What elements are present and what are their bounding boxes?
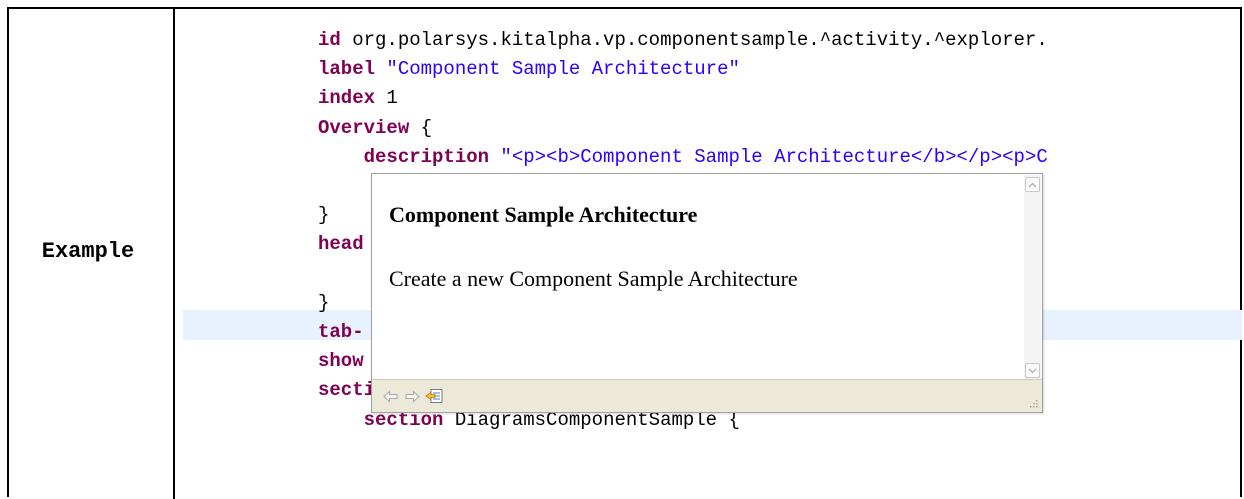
popup-body: Create a new Component Sample Architectu… xyxy=(389,266,798,291)
code-line[interactable]: Overview { xyxy=(318,115,432,141)
popup-content: Component Sample Architecture Create a n… xyxy=(372,174,1024,380)
scroll-up-icon[interactable] xyxy=(1025,177,1040,192)
code-line[interactable]: head xyxy=(318,231,364,257)
code-keyword: id xyxy=(318,29,341,51)
resize-grip-icon[interactable] xyxy=(1028,398,1038,408)
code-line[interactable]: id org.polarsys.kitalpha.vp.componentsam… xyxy=(318,27,1048,53)
forward-arrow-icon[interactable] xyxy=(404,390,420,403)
code-keyword: head xyxy=(318,233,364,256)
code-text: "Component Sample Architecture" xyxy=(375,58,740,81)
code-text: 1 xyxy=(375,87,398,110)
code-line[interactable]: show xyxy=(318,348,364,374)
code-text: } xyxy=(318,204,330,227)
code-keyword: tab- xyxy=(318,321,364,343)
code-keyword: index xyxy=(318,87,376,110)
code-text: org.polarsys.kitalpha.vp.componentsample… xyxy=(340,29,1048,51)
popup-title: Component Sample Architecture xyxy=(389,202,698,227)
code-line[interactable]: tab- xyxy=(318,319,364,345)
code-line[interactable]: } xyxy=(318,290,329,316)
popup-scrollbar[interactable] xyxy=(1024,175,1041,380)
example-label-cell: Example xyxy=(9,9,173,490)
back-arrow-icon[interactable] xyxy=(383,390,399,403)
example-label: Example xyxy=(41,239,135,264)
code-keyword: show xyxy=(318,350,364,373)
code-line[interactable]: description "<p><b>Component Sample Arch… xyxy=(318,144,1048,170)
code-keyword: label xyxy=(318,58,376,81)
code-text: { xyxy=(409,116,433,139)
code-keyword: Overview xyxy=(318,116,410,139)
hover-popup[interactable]: Component Sample Architecture Create a n… xyxy=(371,173,1043,413)
scroll-down-icon[interactable] xyxy=(1025,363,1040,378)
code-line[interactable]: } xyxy=(318,202,329,228)
code-text: "<p><b>Component Sample Architecture</b>… xyxy=(489,145,1048,168)
popup-toolbar xyxy=(372,379,1042,412)
code-text: } xyxy=(318,291,330,314)
code-line[interactable]: label "Component Sample Architecture" xyxy=(318,56,740,82)
code-line[interactable]: index 1 xyxy=(318,85,398,111)
code-keyword: description xyxy=(363,145,490,168)
open-declaration-icon[interactable] xyxy=(425,388,443,404)
